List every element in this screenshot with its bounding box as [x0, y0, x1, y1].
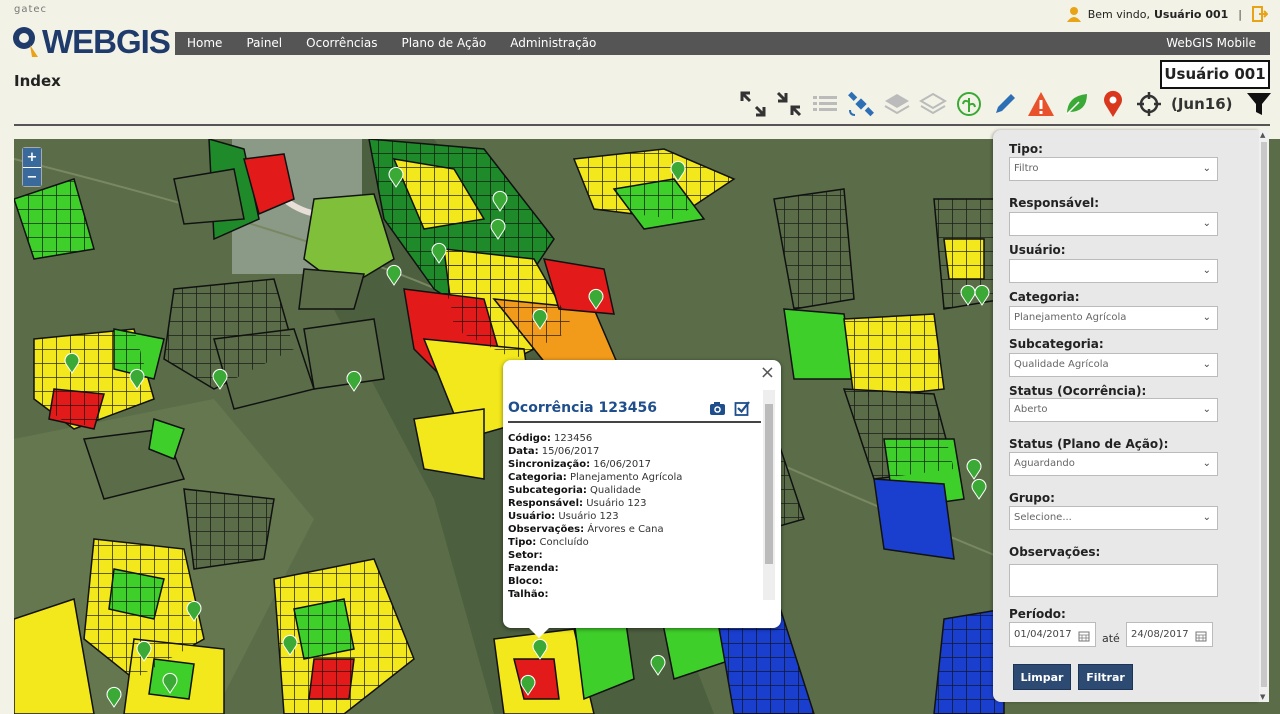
camera-icon[interactable]: [709, 400, 726, 417]
detail-row: Fazenda:: [508, 563, 559, 574]
greeting-user: Usuário 001: [1154, 7, 1229, 21]
detail-row: Data: 15/06/2017: [508, 446, 600, 457]
detail-row: Observações: Árvores e Cana: [508, 524, 664, 535]
leaf-icon[interactable]: [1059, 88, 1095, 120]
filter-usuario-label: Usuário:: [1009, 243, 1066, 257]
filter-icon[interactable]: [1241, 88, 1277, 120]
occurrence-popup: × Ocorrência 123456 Código: 123456 Data:…: [503, 360, 781, 638]
filter-status-ocorrencia-label: Status (Ocorrência):: [1009, 384, 1147, 398]
vendor-logo: gatec: [14, 4, 48, 15]
clear-button[interactable]: Limpar: [1013, 664, 1071, 690]
warning-icon[interactable]: [1023, 88, 1059, 120]
webgis-logo[interactable]: WEBGIS: [10, 23, 171, 60]
nav-administracao[interactable]: Administração: [498, 32, 608, 55]
collapse-icon[interactable]: [771, 88, 807, 120]
period-label: (Jun16): [1171, 95, 1233, 113]
filter-periodo-label: Período:: [1009, 607, 1066, 621]
satellite-icon[interactable]: [843, 88, 879, 120]
nav-ocorrencias[interactable]: Ocorrências: [294, 32, 389, 55]
filter-tipo-select[interactable]: Filtro ⌄: [1009, 157, 1218, 181]
pencil-icon[interactable]: [987, 88, 1023, 120]
user-bar: Bem vindo, Usuário 001 |: [1066, 6, 1269, 22]
detail-row: Subcategoria: Qualidade: [508, 485, 641, 496]
filter-date-from[interactable]: 01/04/2017: [1009, 622, 1096, 647]
filter-tipo-label: Tipo:: [1009, 142, 1043, 156]
filter-subcategoria-label: Subcategoria:: [1009, 337, 1104, 351]
filter-status-plano-label: Status (Plano de Ação):: [1009, 437, 1169, 451]
detail-row: Tipo: Concluído: [508, 537, 589, 548]
detail-row: Responsável: Usuário 123: [508, 498, 647, 509]
filter-button[interactable]: Filtrar: [1078, 664, 1133, 690]
chevron-down-icon: ⌄: [1202, 512, 1211, 523]
main-nav: Home Painel Ocorrências Plano de Ação Ad…: [175, 32, 1270, 55]
zoom-in-button[interactable]: +: [23, 148, 41, 167]
user-bar-separator: |: [1238, 7, 1242, 21]
logo-pin-icon: [10, 25, 40, 59]
chevron-down-icon: ⌄: [1202, 404, 1211, 415]
filter-observacoes-label: Observações:: [1009, 545, 1101, 559]
filter-scrollbar[interactable]: ▲ ▼: [1259, 130, 1269, 702]
detail-row: Talhão:: [508, 589, 549, 600]
filter-date-separator: até: [1102, 632, 1120, 645]
header-divider: [14, 124, 1270, 126]
map-marker-icon[interactable]: [1095, 88, 1131, 120]
nav-home[interactable]: Home: [175, 32, 234, 55]
checkbox-check-icon[interactable]: [734, 400, 751, 417]
detail-row: Categoria: Planejamento Agrícola: [508, 472, 683, 483]
nav-webgis-mobile[interactable]: WebGIS Mobile: [1154, 32, 1270, 55]
detail-row: Bloco:: [508, 576, 543, 587]
chevron-down-icon: ⌄: [1202, 218, 1211, 229]
filter-responsavel-select[interactable]: ⌄: [1009, 212, 1218, 236]
popup-divider: [508, 421, 761, 423]
page-title: Index: [14, 72, 61, 90]
popup-close-button[interactable]: ×: [760, 362, 775, 383]
filter-grupo-label: Grupo:: [1009, 491, 1055, 505]
filter-categoria-select[interactable]: Planejamento Agrícola ⌄: [1009, 306, 1218, 330]
greeting-text: Bem vindo,: [1087, 7, 1150, 21]
filter-date-to[interactable]: 24/08/2017: [1126, 622, 1213, 647]
detail-row: Usuário: Usuário 123: [508, 511, 619, 522]
zoom-out-button[interactable]: −: [23, 167, 41, 186]
popup-actions: [709, 400, 751, 417]
crosshair-icon[interactable]: [1131, 88, 1167, 120]
layers-icon[interactable]: [879, 88, 915, 120]
popup-details: Código: 123456 Data: 15/06/2017 Sincroni…: [508, 432, 758, 601]
filter-observacoes-textarea[interactable]: [1009, 564, 1218, 597]
detail-row: Setor:: [508, 550, 543, 561]
detail-row: Código: 123456: [508, 433, 593, 444]
filter-status-ocorrencia-select[interactable]: Aberto ⌄: [1009, 398, 1218, 422]
layers-outline-icon[interactable]: [915, 88, 951, 120]
list-icon[interactable]: [807, 88, 843, 120]
filter-subcategoria-select[interactable]: Qualidade Agrícola ⌄: [1009, 353, 1218, 377]
nav-plano-de-acao[interactable]: Plano de Ação: [389, 32, 498, 55]
logout-icon[interactable]: [1252, 6, 1269, 22]
popup-title: Ocorrência 123456: [508, 400, 657, 416]
filter-responsavel-label: Responsável:: [1009, 196, 1100, 210]
filter-status-plano-select[interactable]: Aguardando ⌄: [1009, 452, 1218, 476]
zoom-control: + −: [22, 147, 42, 187]
calendar-icon: [1078, 628, 1090, 642]
filter-usuario-select[interactable]: ⌄: [1009, 259, 1218, 283]
filter-grupo-select[interactable]: Selecione... ⌄: [1009, 506, 1218, 530]
detail-row: Sincronização: 16/06/2017: [508, 459, 651, 470]
chevron-down-icon: ⌄: [1202, 265, 1211, 276]
user-box: Usuário 001: [1160, 60, 1270, 89]
calendar-icon: [1195, 628, 1207, 642]
map-toolbar: (Jun16): [735, 88, 1277, 120]
expand-icon[interactable]: [735, 88, 771, 120]
filter-categoria-label: Categoria:: [1009, 290, 1080, 304]
popup-scrollbar[interactable]: [763, 390, 775, 600]
chevron-down-icon: ⌄: [1202, 312, 1211, 323]
leaf-circle-icon[interactable]: [951, 88, 987, 120]
chevron-down-icon: ⌄: [1202, 458, 1211, 469]
nav-painel[interactable]: Painel: [234, 32, 294, 55]
filter-panel: Tipo: Filtro ⌄ Responsável: ⌄ Usuário: ⌄ …: [993, 130, 1259, 702]
chevron-down-icon: ⌄: [1202, 163, 1211, 174]
chevron-down-icon: ⌄: [1202, 359, 1211, 370]
logo-text: WEBGIS: [42, 23, 171, 60]
user-icon: [1066, 6, 1082, 22]
